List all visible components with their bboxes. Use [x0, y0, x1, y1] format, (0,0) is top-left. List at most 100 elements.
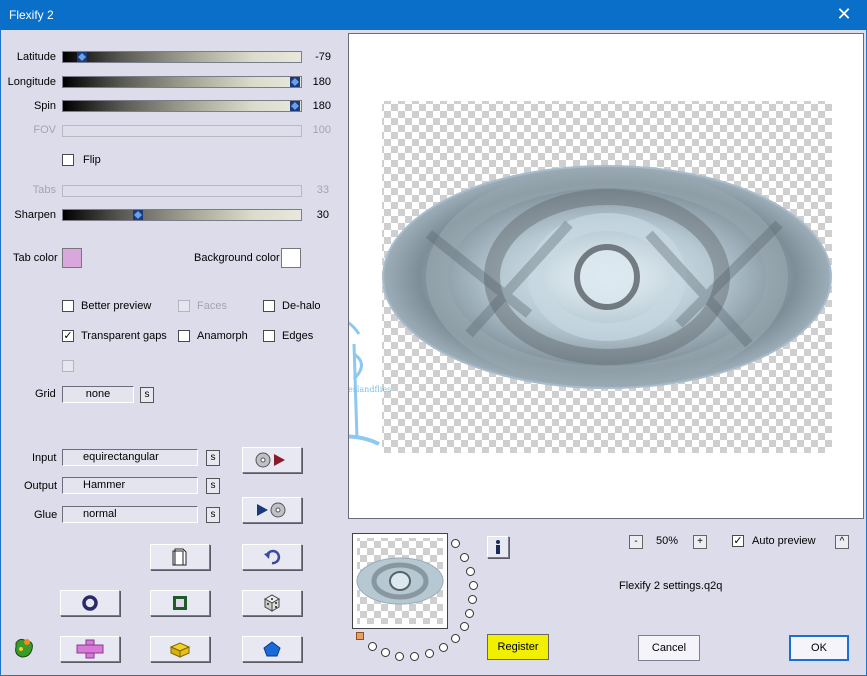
transparent-gaps-checkbox[interactable]: ✓: [62, 330, 74, 342]
flip-label: Flip: [83, 154, 101, 166]
output-s-button[interactable]: s: [206, 478, 220, 494]
spin-value: 180: [312, 100, 331, 112]
glue-select[interactable]: normal: [62, 506, 198, 523]
glue-s-button[interactable]: s: [206, 507, 220, 523]
preview-panel[interactable]: ©Bloemetjeslandflies: [304, 33, 864, 519]
history-dot[interactable]: [465, 609, 474, 618]
history-dot[interactable]: [460, 622, 469, 631]
slider-thumb-icon[interactable]: [289, 76, 301, 88]
grid-label: Grid: [35, 388, 56, 400]
tabs-value: 33: [316, 184, 329, 196]
page-icon: [172, 548, 187, 566]
anamorph-checkbox[interactable]: [178, 330, 190, 342]
better-preview-label: Better preview: [81, 300, 152, 312]
auto-preview-label: Auto preview: [752, 535, 816, 547]
fov-label: FOV: [33, 124, 56, 136]
undo-button[interactable]: [242, 544, 302, 570]
slider-thumb-icon[interactable]: [132, 209, 144, 221]
output-label: Output: [24, 480, 58, 492]
save-output-button[interactable]: [242, 497, 302, 523]
close-icon[interactable]: ✕: [831, 3, 857, 25]
faces-label: Faces: [197, 300, 227, 312]
collapse-button[interactable]: ^: [835, 535, 849, 549]
latitude-label: Latitude: [16, 51, 56, 63]
latitude-slider[interactable]: [62, 51, 302, 63]
preview-image: ©Bloemetjeslandflies: [304, 101, 832, 453]
square-button[interactable]: [150, 590, 210, 616]
auto-preview-checkbox[interactable]: ✓: [732, 535, 744, 547]
background-color-label: Background color: [194, 252, 280, 264]
random-button[interactable]: [242, 590, 302, 616]
tabs-label: Tabs: [32, 184, 56, 196]
faces-checkbox: [178, 300, 190, 312]
tab-color-swatch[interactable]: [62, 248, 82, 268]
register-button[interactable]: Register: [487, 634, 549, 660]
better-preview-checkbox[interactable]: [62, 300, 74, 312]
edges-checkbox[interactable]: [263, 330, 275, 342]
longitude-slider[interactable]: [62, 76, 302, 88]
cancel-button[interactable]: Cancel: [638, 635, 700, 661]
fov-slider: [62, 125, 302, 137]
sharpen-label: Sharpen: [14, 209, 56, 221]
longitude-value: 180: [312, 76, 331, 88]
pentagon-button[interactable]: [242, 636, 302, 662]
de-halo-checkbox[interactable]: [263, 300, 275, 312]
history-dot[interactable]: [468, 595, 477, 604]
grid-s-button[interactable]: s: [140, 387, 154, 403]
yellow-block-button[interactable]: [150, 636, 210, 662]
anamorph-label: Anamorph: [197, 330, 248, 342]
sharpen-value: 30: [316, 209, 329, 221]
play-disc-icon: [257, 502, 286, 518]
zoom-in-button[interactable]: +: [693, 535, 707, 549]
info-button[interactable]: [487, 536, 509, 558]
thumbnail-preview[interactable]: [352, 533, 448, 629]
pink-cross-icon: [76, 639, 104, 659]
fov-value: 100: [312, 124, 331, 136]
history-dot[interactable]: [451, 634, 460, 643]
title-bar: Flexify 2 ✕: [0, 0, 867, 30]
sharpen-slider[interactable]: [62, 209, 302, 221]
app-logo-icon[interactable]: [12, 637, 36, 659]
ring-icon: [82, 595, 98, 611]
output-select[interactable]: Hammer: [62, 477, 198, 494]
history-dot[interactable]: [451, 539, 460, 548]
disc-play-icon: [255, 452, 285, 468]
hidden-option-checkbox: [62, 360, 74, 372]
zoom-value: 50%: [656, 535, 679, 547]
background-color-swatch[interactable]: [281, 248, 301, 268]
history-dot[interactable]: [466, 567, 475, 576]
history-marker[interactable]: [356, 632, 364, 640]
edges-label: Edges: [282, 330, 314, 342]
zoom-out-button[interactable]: -: [629, 535, 643, 549]
info-icon: [496, 540, 500, 554]
history-dot[interactable]: [410, 652, 419, 661]
history-dot[interactable]: [425, 649, 434, 658]
latitude-value: -79: [315, 51, 331, 63]
slider-thumb-icon[interactable]: [76, 51, 88, 63]
undo-icon: [264, 549, 281, 565]
history-dot[interactable]: [460, 553, 469, 562]
thumbnail-image: [356, 538, 444, 624]
spin-slider[interactable]: [62, 100, 302, 112]
ring-button[interactable]: [60, 590, 120, 616]
history-dot[interactable]: [439, 643, 448, 652]
history-dot[interactable]: [395, 652, 404, 661]
watermark-text: ©Bloemetjeslandflies: [349, 385, 391, 394]
ok-button[interactable]: OK: [789, 635, 849, 661]
blue-pentagon-icon: [263, 641, 281, 657]
dice-icon: [263, 594, 281, 612]
history-dot[interactable]: [469, 581, 478, 590]
yellow-brick-icon: [169, 642, 191, 658]
pink-cross-button[interactable]: [60, 636, 120, 662]
input-s-button[interactable]: s: [206, 450, 220, 466]
history-dot[interactable]: [368, 642, 377, 651]
input-select[interactable]: equirectangular: [62, 449, 198, 466]
history-dot[interactable]: [381, 648, 390, 657]
slider-thumb-icon[interactable]: [289, 100, 301, 112]
grid-select[interactable]: none: [62, 386, 134, 403]
load-input-button[interactable]: [242, 447, 302, 473]
longitude-label: Longitude: [7, 76, 56, 88]
input-label: Input: [32, 452, 57, 464]
new-document-button[interactable]: [150, 544, 210, 570]
flip-checkbox[interactable]: [62, 154, 74, 166]
